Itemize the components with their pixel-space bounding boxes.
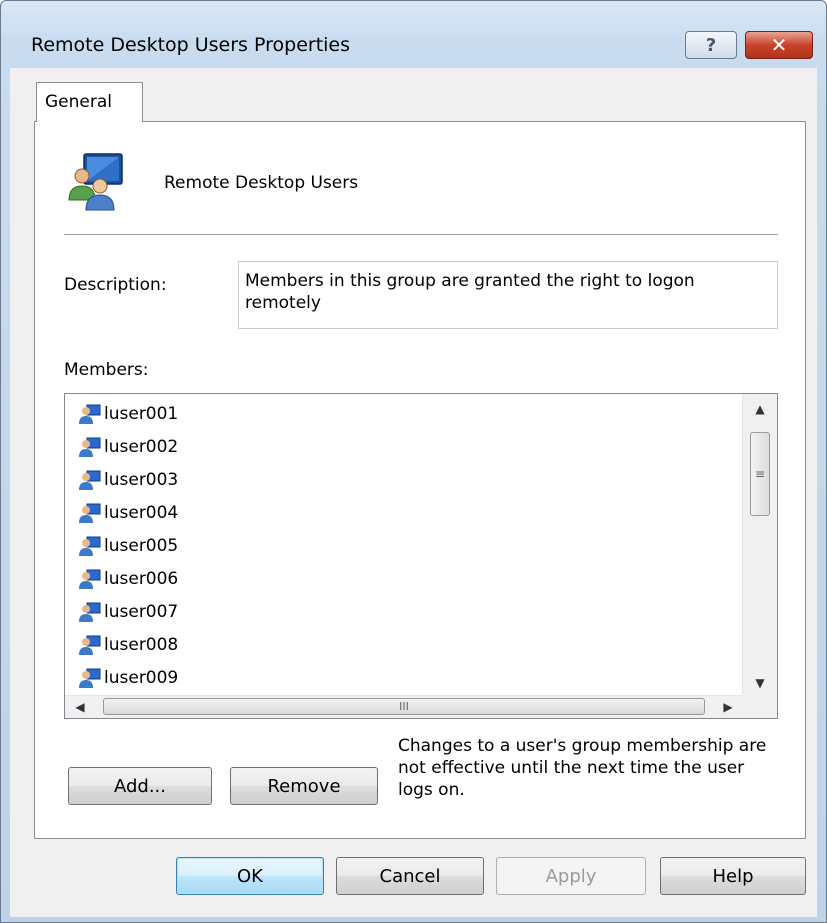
member-name: luser003: [104, 470, 179, 490]
user-icon: [79, 404, 101, 424]
list-item[interactable]: luser002: [79, 432, 178, 462]
ok-button-label: OK: [237, 865, 263, 887]
members-list[interactable]: luser001 luser002 luser003 luser004 luse…: [64, 393, 778, 719]
user-icon: [79, 437, 101, 457]
help-button[interactable]: Help: [660, 857, 806, 895]
help-title-button[interactable]: ?: [685, 31, 737, 59]
list-item[interactable]: luser007: [79, 597, 178, 627]
member-name: luser002: [104, 437, 179, 457]
members-label: Members:: [64, 360, 149, 380]
ok-button[interactable]: OK: [176, 857, 324, 895]
user-icon: [79, 668, 101, 688]
user-group-icon: [68, 153, 123, 211]
cancel-button-label: Cancel: [379, 865, 441, 887]
list-item[interactable]: luser008: [79, 630, 178, 660]
member-name: luser005: [104, 536, 179, 556]
user-icon: [79, 569, 101, 589]
grip-icon: ≡: [754, 467, 766, 481]
horizontal-scrollbar[interactable]: ◀ III ▶: [65, 695, 743, 718]
vertical-scrollbar[interactable]: ▲ ≡ ▼: [742, 394, 777, 698]
member-name: luser009: [104, 668, 179, 688]
list-item[interactable]: luser009: [79, 663, 178, 693]
list-item[interactable]: luser006: [79, 564, 178, 594]
apply-button[interactable]: Apply: [496, 857, 646, 895]
scrollbar-corner: [743, 696, 777, 718]
close-button[interactable]: ✕: [745, 31, 813, 59]
scroll-right-icon[interactable]: ▶: [713, 696, 743, 718]
user-icon: [79, 635, 101, 655]
question-icon: ?: [705, 34, 717, 56]
add-button[interactable]: Add...: [68, 767, 212, 805]
description-field[interactable]: Members in this group are granted the ri…: [238, 261, 778, 329]
help-button-label: Help: [712, 865, 754, 887]
member-name: luser004: [104, 503, 179, 523]
list-item[interactable]: luser005: [79, 531, 178, 561]
list-item[interactable]: luser004: [79, 498, 178, 528]
cancel-button[interactable]: Cancel: [336, 857, 484, 895]
scroll-up-icon[interactable]: ▲: [743, 394, 777, 424]
scroll-down-icon[interactable]: ▼: [743, 668, 777, 698]
member-name: luser007: [104, 602, 179, 622]
user-icon: [79, 602, 101, 622]
user-icon: [79, 470, 101, 490]
tab-general[interactable]: General: [36, 82, 143, 122]
window-title: Remote Desktop Users Properties: [31, 34, 351, 56]
scroll-left-icon[interactable]: ◀: [65, 696, 95, 718]
vertical-scroll-thumb[interactable]: ≡: [750, 432, 770, 516]
apply-button-label: Apply: [545, 865, 597, 887]
list-item[interactable]: luser001: [79, 399, 178, 429]
group-name: Remote Desktop Users: [164, 173, 359, 193]
remove-button[interactable]: Remove: [230, 767, 378, 805]
member-name: luser008: [104, 635, 179, 655]
add-button-label: Add...: [113, 775, 166, 797]
membership-note: Changes to a user's group membership are…: [398, 736, 767, 800]
description-label: Description:: [64, 275, 167, 295]
user-icon: [79, 503, 101, 523]
tab-general-label: General: [45, 92, 112, 112]
close-icon: ✕: [770, 33, 788, 57]
list-item[interactable]: luser003: [79, 465, 178, 495]
user-icon: [79, 536, 101, 556]
remove-button-label: Remove: [267, 775, 341, 797]
member-name: luser006: [104, 569, 179, 589]
member-name: luser001: [104, 404, 179, 424]
separator-line: [64, 234, 778, 235]
grip-icon: III: [399, 700, 409, 713]
horizontal-scroll-thumb[interactable]: III: [103, 698, 705, 715]
